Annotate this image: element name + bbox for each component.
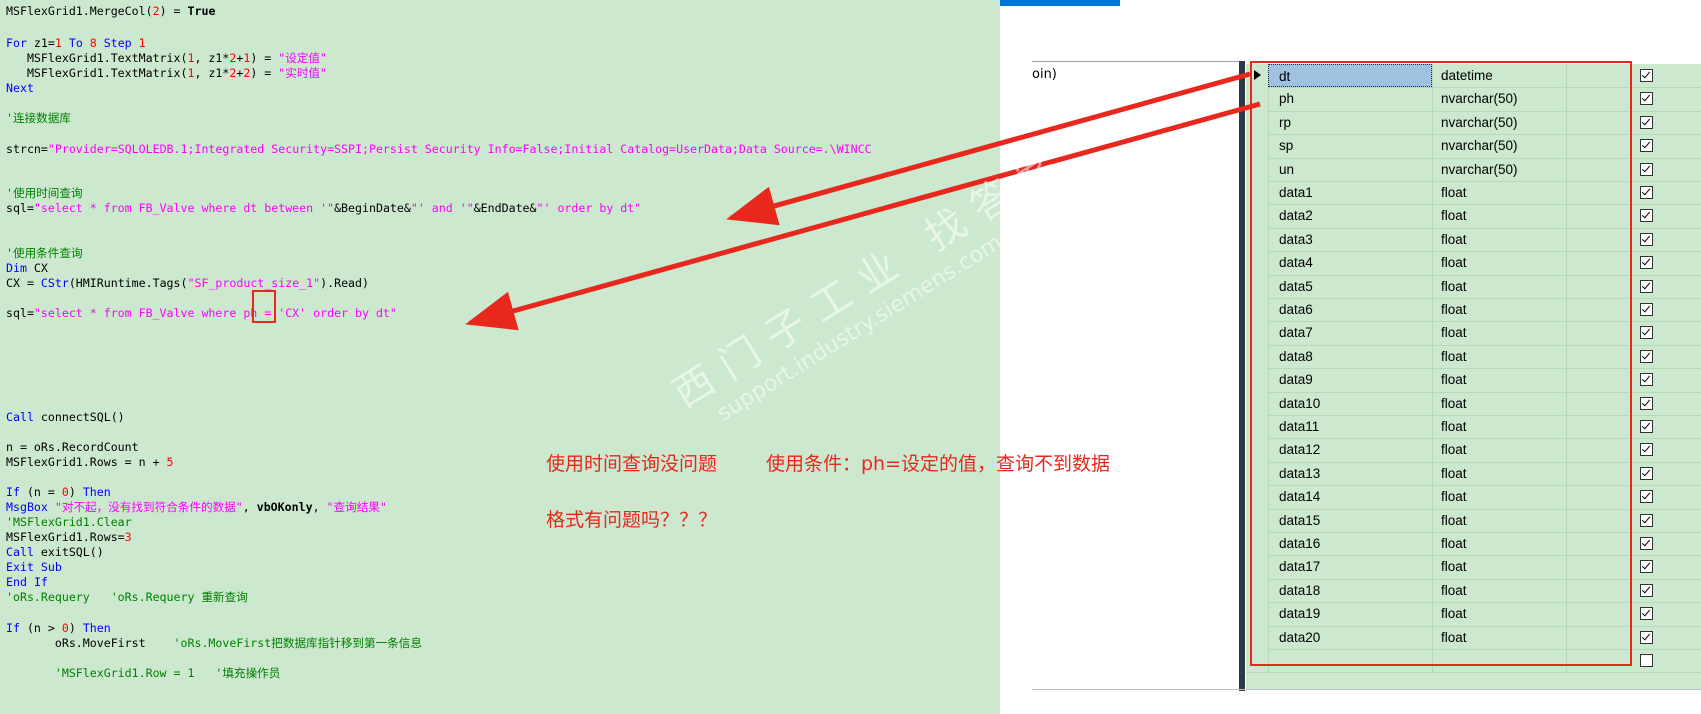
arrow-to-time-query	[726, 71, 1251, 226]
arrow-to-condition-query	[465, 101, 1261, 331]
annotation-arrows	[465, 71, 1261, 331]
